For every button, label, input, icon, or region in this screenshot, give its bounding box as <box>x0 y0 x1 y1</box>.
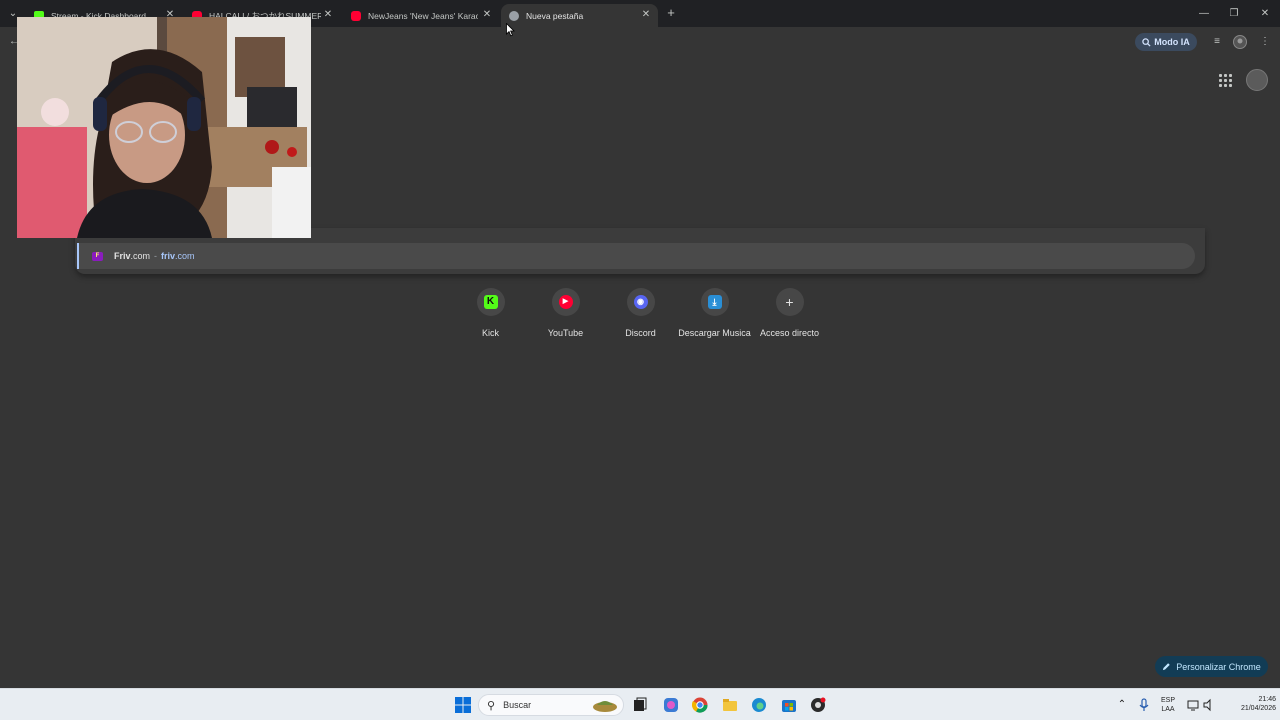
pencil-icon <box>1163 663 1170 671</box>
ai-mode-label: Modo IA <box>1154 37 1190 47</box>
shortcut-kick[interactable]: K Kick <box>453 288 528 348</box>
suggestion-item-friv[interactable]: F Friv.com - friv.com <box>77 243 1195 269</box>
discord-icon: ◉ <box>633 295 648 309</box>
task-view-icon[interactable] <box>632 697 648 713</box>
customize-chrome-label: Personalizar Chrome <box>1176 661 1261 672</box>
minimize-button[interactable]: — <box>1194 6 1214 22</box>
shortcut-label: Acceso directo <box>759 328 820 338</box>
suggestion-title: Friv.com <box>114 251 150 261</box>
account-avatar[interactable] <box>1246 69 1268 91</box>
obs-icon[interactable] <box>810 697 826 713</box>
network-icon[interactable] <box>1186 697 1202 713</box>
shortcut-label: Kick <box>481 328 499 338</box>
microphone-icon[interactable] <box>1136 697 1152 713</box>
search-highlight-icon <box>593 701 617 712</box>
shortcut-tile: ▶ <box>551 288 580 316</box>
taskbar-search-box[interactable]: ⚲ Buscar <box>478 694 624 716</box>
taskbar-search-placeholder: Buscar <box>503 700 532 710</box>
friv-icon: F <box>92 251 103 261</box>
shortcut-descargar-musica[interactable]: ⤓ Descargar Musica <box>677 288 752 348</box>
mouse-cursor-icon <box>506 23 515 37</box>
windows-taskbar: ⚲ Buscar ⌃ ESP LAA 21:46 21/04/2026 <box>0 688 1280 720</box>
shortcut-label: YouTube <box>547 328 584 338</box>
suggestion-separator: - <box>154 251 158 261</box>
copilot-icon[interactable] <box>663 697 679 713</box>
shortcut-discord[interactable]: ◉ Discord <box>603 288 678 348</box>
search-icon: ⚲ <box>487 699 496 712</box>
show-hidden-icons-chevron-icon[interactable]: ⌃ <box>1114 697 1130 713</box>
microsoft-store-icon[interactable] <box>781 697 797 713</box>
new-tab-button[interactable]: + <box>664 6 678 20</box>
clock[interactable]: 21:46 21/04/2026 <box>1238 695 1276 713</box>
edge-icon[interactable] <box>751 697 767 713</box>
tab-title: NewJeans 'New Jeans' Karaoke <box>368 10 478 21</box>
shortcut-label: Discord <box>625 328 656 338</box>
shortcut-tile: ⤓ <box>700 288 729 316</box>
windows-start-icon[interactable] <box>455 697 471 713</box>
chrome-taskbar-icon[interactable] <box>691 697 708 713</box>
suggestion-url-rest: .com <box>175 251 195 261</box>
ai-mode-button[interactable]: Modo IA <box>1135 33 1197 51</box>
close-icon[interactable]: ✕ <box>322 9 334 21</box>
clock-date: 21/04/2026 <box>1240 705 1276 712</box>
language-indicator[interactable]: ESP LAA <box>1158 696 1178 714</box>
shortcut-tile: K <box>476 288 505 316</box>
tab-title: Nueva pestaña <box>526 10 584 21</box>
google-apps-icon[interactable] <box>1217 72 1233 88</box>
restore-button[interactable]: ❐ <box>1224 6 1244 22</box>
kebab-menu-icon[interactable]: ⋮ <box>1258 35 1272 49</box>
reading-list-icon[interactable]: ≡ <box>1210 35 1224 49</box>
tab-nueva-pestana[interactable]: Nueva pestaña ✕ <box>501 4 658 27</box>
suggestion-title-rest: .com <box>130 251 151 261</box>
suggestion-title-bold: Friv <box>114 251 131 261</box>
youtube-icon <box>351 10 361 21</box>
youtube-icon: ▶ <box>558 295 573 309</box>
customize-chrome-button[interactable]: Personalizar Chrome <box>1155 656 1268 677</box>
suggestion-url-bold: friv <box>161 251 176 261</box>
webcam-feed-image <box>17 17 311 238</box>
chrome-icon <box>509 10 519 21</box>
keyboard-layout-code: LAA <box>1161 706 1175 713</box>
tab-newjeans[interactable]: NewJeans 'New Jeans' Karaoke ✕ <box>343 4 499 27</box>
close-window-button[interactable]: ✕ <box>1255 6 1275 22</box>
volume-icon[interactable] <box>1201 697 1217 713</box>
shortcut-youtube[interactable]: ▶ YouTube <box>528 288 603 348</box>
clock-time: 21:46 <box>1258 696 1276 703</box>
close-icon[interactable]: ✕ <box>481 9 493 21</box>
kick-icon: K <box>483 295 498 309</box>
download-icon: ⤓ <box>707 295 722 309</box>
shortcut-label: Descargar Musica <box>678 328 751 338</box>
webcam-overlay <box>17 17 311 238</box>
language-code: ESP <box>1160 697 1175 704</box>
close-icon[interactable]: ✕ <box>640 9 652 21</box>
search-sparkle-icon <box>1142 37 1151 47</box>
plus-icon: + <box>785 294 794 310</box>
profile-avatar[interactable] <box>1233 35 1247 49</box>
suggestion-url: friv.com <box>161 251 195 261</box>
shortcut-add[interactable]: + Acceso directo <box>752 288 827 348</box>
file-explorer-icon[interactable] <box>722 697 738 713</box>
shortcut-tile: ◉ <box>626 288 655 316</box>
shortcuts-grid: K Kick ▶ YouTube ◉ Discord ⤓ Descargar M… <box>453 288 827 348</box>
shortcut-tile: + <box>775 288 804 316</box>
